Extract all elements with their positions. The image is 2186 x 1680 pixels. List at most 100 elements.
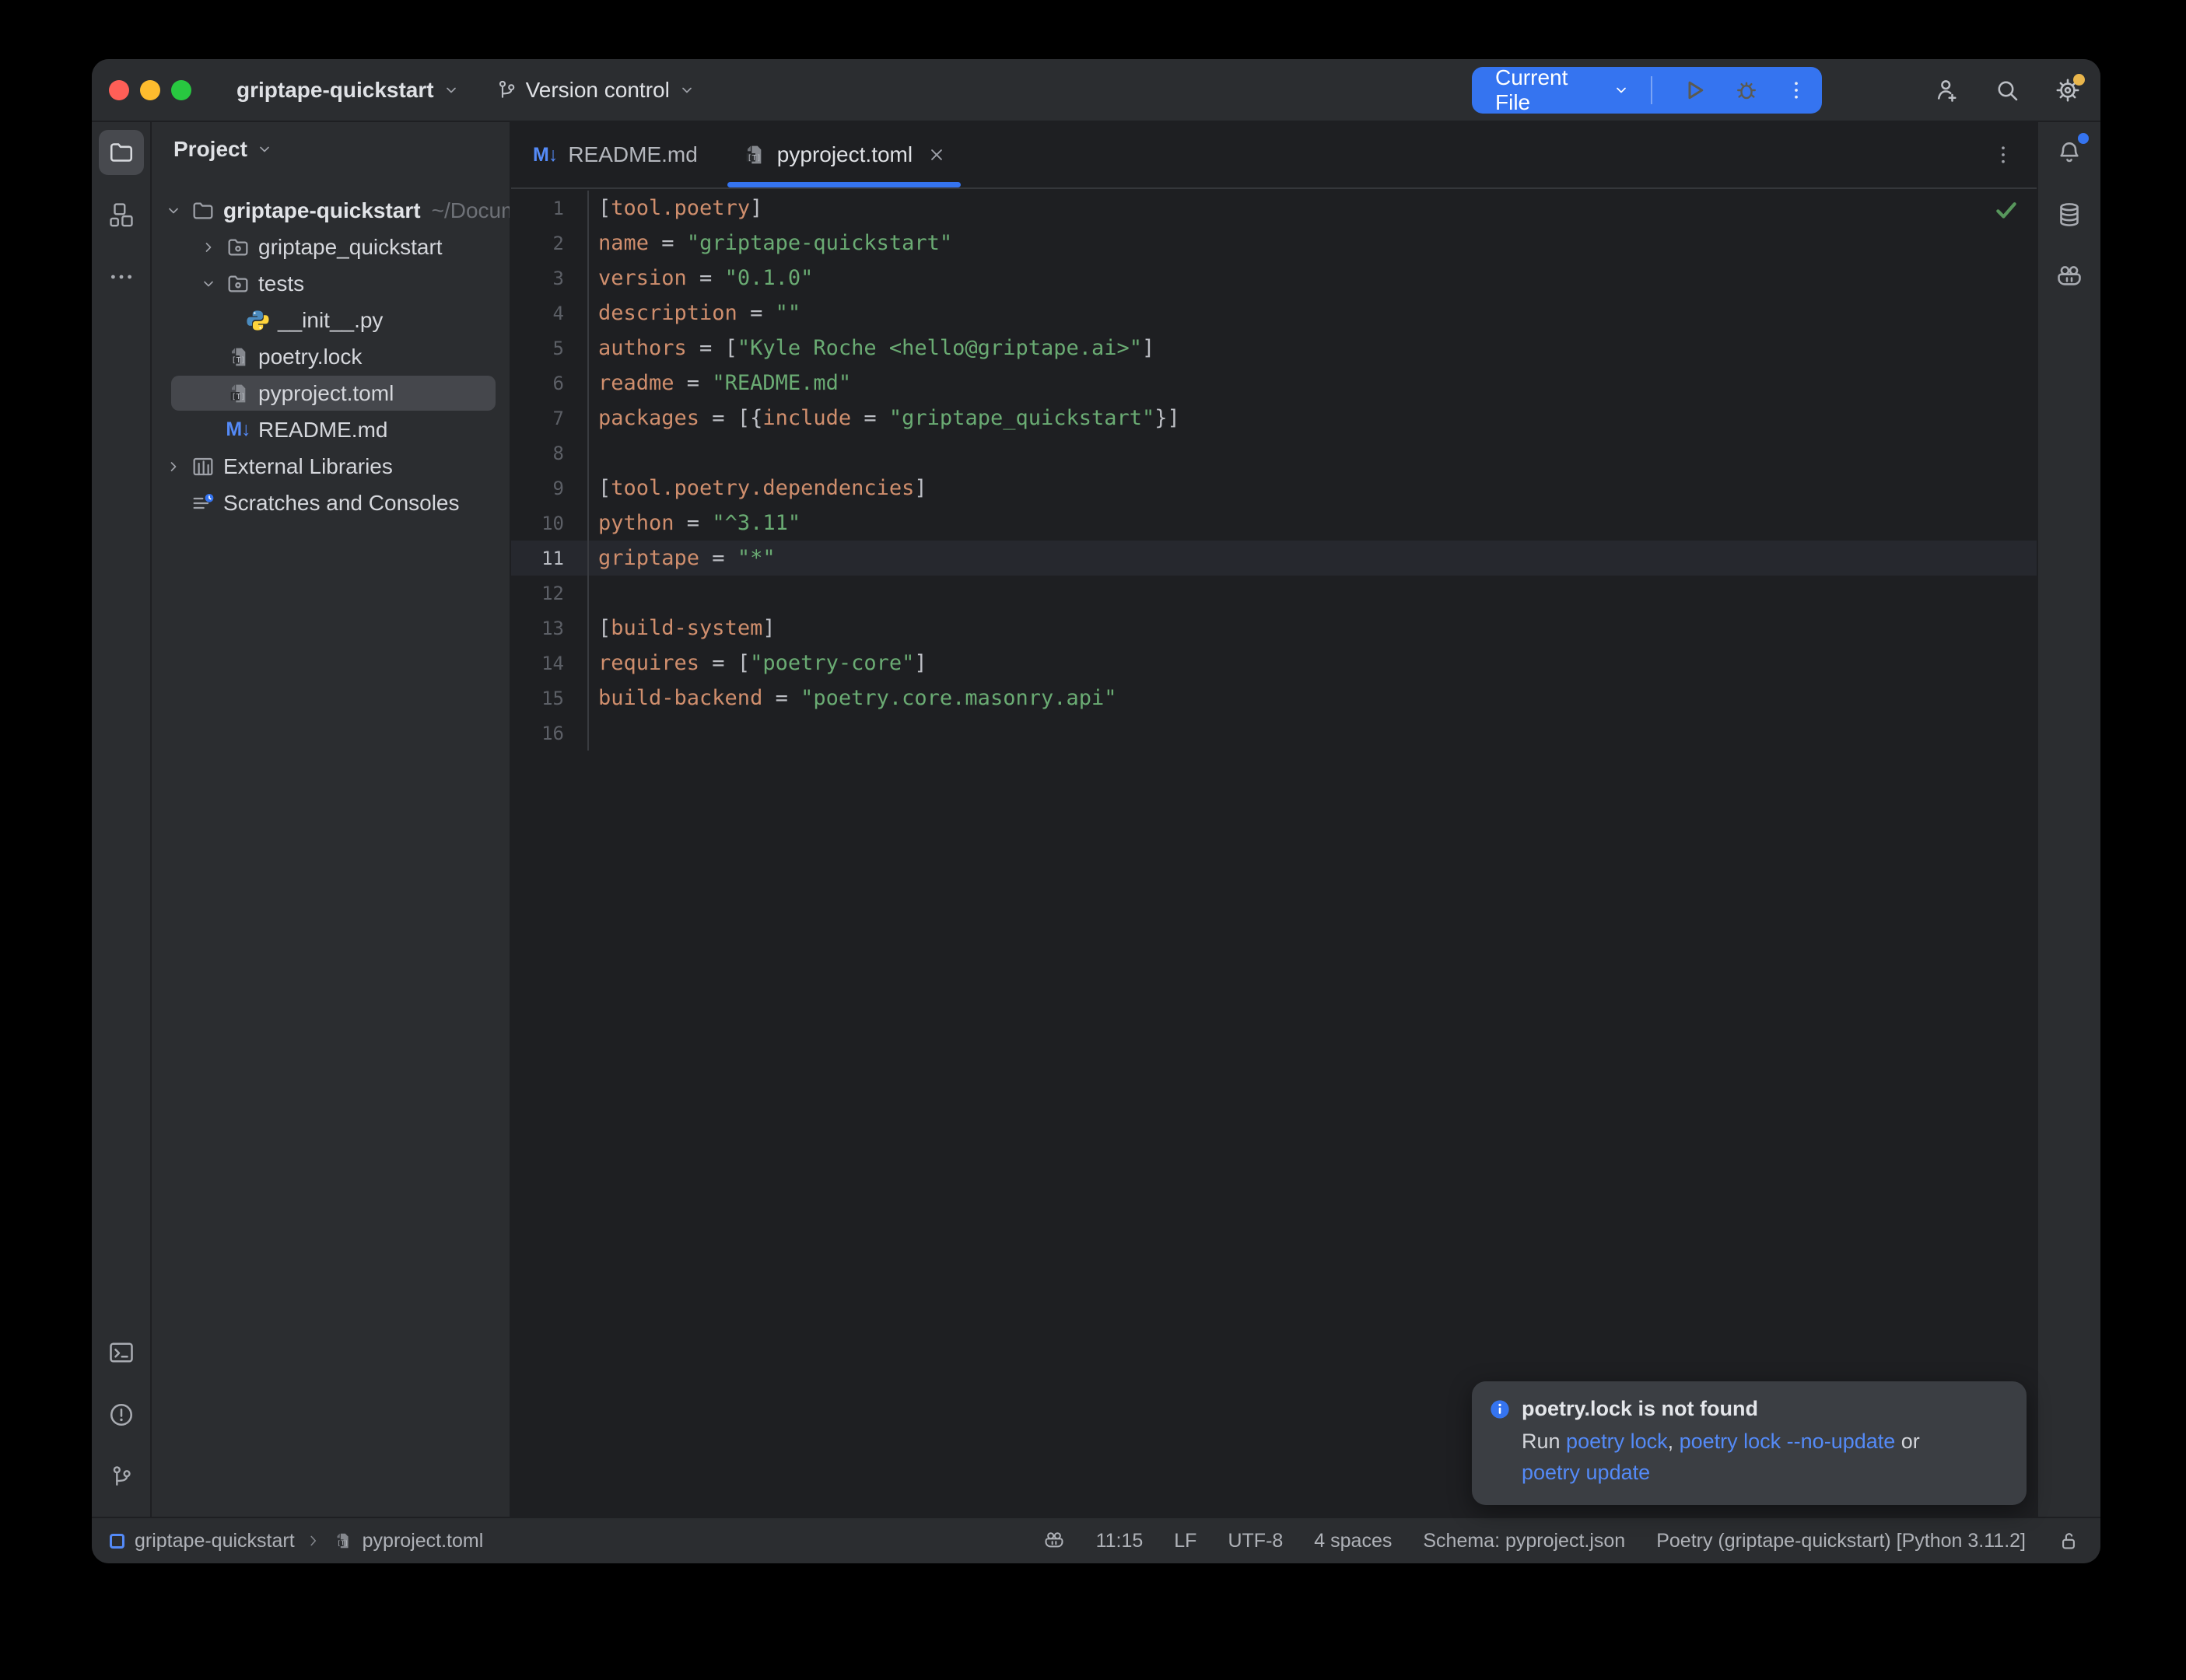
structure-tool-button[interactable] (99, 192, 144, 237)
encoding-widget[interactable]: UTF-8 (1228, 1530, 1283, 1552)
token: packages (598, 406, 699, 430)
tree-item-griptape-quickstart[interactable]: griptape-quickstart~/Docume (152, 192, 510, 229)
notification-link[interactable]: poetry lock (1566, 1430, 1668, 1453)
divider (1651, 76, 1652, 104)
chevron-down-icon[interactable] (194, 275, 222, 293)
code-line-15[interactable]: 15build-backend = "poetry.core.masonry.a… (511, 681, 2037, 716)
more-tool-windows-button[interactable] (99, 254, 144, 299)
ide-window: griptape-quickstart Version control Curr… (92, 59, 2100, 1563)
code-line-13[interactable]: 13[build-system] (511, 611, 2037, 646)
tree-item-poetry-lock[interactable]: [T]poetry.lock (152, 338, 510, 375)
vcs-widget[interactable]: Version control (495, 78, 696, 103)
chevron-right-icon[interactable] (199, 233, 218, 261)
token: python (598, 511, 674, 535)
code-line-6[interactable]: 6readme = "README.md" (511, 366, 2037, 401)
code-line-5[interactable]: 5authors = ["Kyle Roche <hello@griptape.… (511, 331, 2037, 366)
code-line-3[interactable]: 3version = "0.1.0" (511, 261, 2037, 296)
database-tool-button[interactable] (2047, 192, 2092, 237)
tree-item-scratches-and-consoles[interactable]: Scratches and Consoles (152, 485, 510, 521)
tree-item--init-py[interactable]: __init__.py (152, 302, 510, 338)
editor-area: M↓README.md[T]pyproject.toml 1[tool.poet… (511, 122, 2037, 1517)
code-line-16[interactable]: 16 (511, 716, 2037, 751)
code-line-7[interactable]: 7packages = [{include = "griptape_quicks… (511, 401, 2037, 436)
terminal-icon (107, 1339, 135, 1367)
token: "" (776, 301, 801, 325)
interpreter-widget[interactable]: Poetry (griptape-quickstart) [Python 3.1… (1656, 1530, 2026, 1552)
line-separator-widget[interactable]: LF (1174, 1530, 1196, 1552)
notification-link[interactable]: poetry update (1522, 1461, 1650, 1484)
tree-item-external-libraries[interactable]: External Libraries (152, 448, 510, 485)
code-line-text (587, 716, 2037, 751)
token: = [ (699, 651, 750, 675)
project-switcher-label: griptape-quickstart (236, 78, 434, 103)
code-line-11[interactable]: 11griptape = "*" (511, 541, 2037, 576)
project-panel-header[interactable]: Project (152, 122, 510, 177)
token: "poetry-core" (750, 651, 914, 675)
tab-readme-md[interactable]: M↓README.md (511, 122, 720, 187)
code-line-1[interactable]: 1[tool.poetry] (511, 191, 2037, 226)
tab-pyproject-toml[interactable]: [T]pyproject.toml (720, 122, 969, 187)
breadcrumb-project[interactable]: griptape-quickstart (135, 1530, 295, 1552)
line-number: 15 (511, 688, 564, 709)
libraries-icon (187, 454, 219, 479)
search-everywhere-button[interactable] (1993, 76, 2021, 104)
add-user-button[interactable] (1932, 76, 1960, 104)
ai-assistant-status-icon[interactable] (1043, 1530, 1065, 1552)
token: version (598, 266, 687, 290)
ai-assistant-tool-button[interactable] (2047, 254, 2092, 299)
more-run-options-button[interactable] (1785, 79, 1808, 102)
chevron-right-icon[interactable] (164, 453, 183, 481)
notification-text: , (1668, 1430, 1680, 1453)
zoom-window-button[interactable] (171, 80, 191, 100)
project-tool-button[interactable] (99, 130, 144, 175)
chevron-down-icon[interactable] (159, 201, 187, 220)
code-line-10[interactable]: 10python = "^3.11" (511, 506, 2037, 541)
minimize-window-button[interactable] (140, 80, 160, 100)
python-icon (242, 308, 273, 333)
window-controls (109, 80, 191, 100)
main-area: Project griptape-quickstart~/Documegript… (92, 122, 2100, 1517)
problems-tool-button[interactable] (99, 1392, 144, 1437)
debug-button[interactable] (1733, 77, 1760, 103)
chevron-down-icon (442, 81, 461, 100)
commit-tool-button[interactable] (99, 1454, 144, 1500)
terminal-tool-button[interactable] (99, 1330, 144, 1375)
left-tool-stripe (92, 122, 152, 1517)
close-tab-icon[interactable] (927, 145, 947, 165)
project-switcher[interactable]: griptape-quickstart (236, 78, 461, 103)
token: build-system (611, 616, 762, 640)
markdown-icon: M↓ (533, 144, 557, 166)
tree-item-label: pyproject.toml (258, 381, 394, 406)
code-line-12[interactable]: 12 (511, 576, 2037, 611)
inspection-ok-icon[interactable] (1993, 197, 2020, 223)
notification-text: Run (1522, 1430, 1566, 1453)
caret-position-widget[interactable]: 11:15 (1096, 1530, 1144, 1552)
token: "*" (737, 546, 776, 570)
code-line-14[interactable]: 14requires = ["poetry-core"] (511, 646, 2037, 681)
notification-dot (2078, 133, 2089, 144)
tree-item-readme-md[interactable]: M↓README.md (152, 411, 510, 448)
tree-item-tests[interactable]: tests (152, 265, 510, 302)
token: ] (914, 651, 927, 675)
unlock-icon[interactable] (2057, 1529, 2080, 1552)
close-window-button[interactable] (109, 80, 129, 100)
notification-link[interactable]: poetry lock --no-update (1680, 1430, 1896, 1453)
tree-item-griptape-quickstart[interactable]: griptape_quickstart (152, 229, 510, 265)
tree-item-pyproject-toml[interactable]: [T]pyproject.toml (152, 375, 510, 411)
code-line-9[interactable]: 9[tool.poetry.dependencies] (511, 471, 2037, 506)
tab-options-button[interactable] (1992, 122, 2037, 187)
code-line-2[interactable]: 2name = "griptape-quickstart" (511, 226, 2037, 261)
token: ] (762, 616, 775, 640)
breadcrumb-file[interactable]: pyproject.toml (363, 1530, 484, 1552)
code-line-4[interactable]: 4description = "" (511, 296, 2037, 331)
ai-assistant-icon (2055, 263, 2083, 291)
ellipsis-icon (108, 264, 135, 290)
notifications-button[interactable] (2047, 130, 2092, 175)
schema-widget[interactable]: Schema: pyproject.json (1423, 1530, 1625, 1552)
settings-button[interactable] (2054, 76, 2082, 104)
run-button[interactable] (1680, 76, 1708, 104)
run-config-selector[interactable]: Current File (1495, 65, 1603, 115)
indent-widget[interactable]: 4 spaces (1314, 1530, 1392, 1552)
code-line-8[interactable]: 8 (511, 436, 2037, 471)
code-editor[interactable]: 1[tool.poetry]2name = "griptape-quicksta… (511, 189, 2037, 1517)
